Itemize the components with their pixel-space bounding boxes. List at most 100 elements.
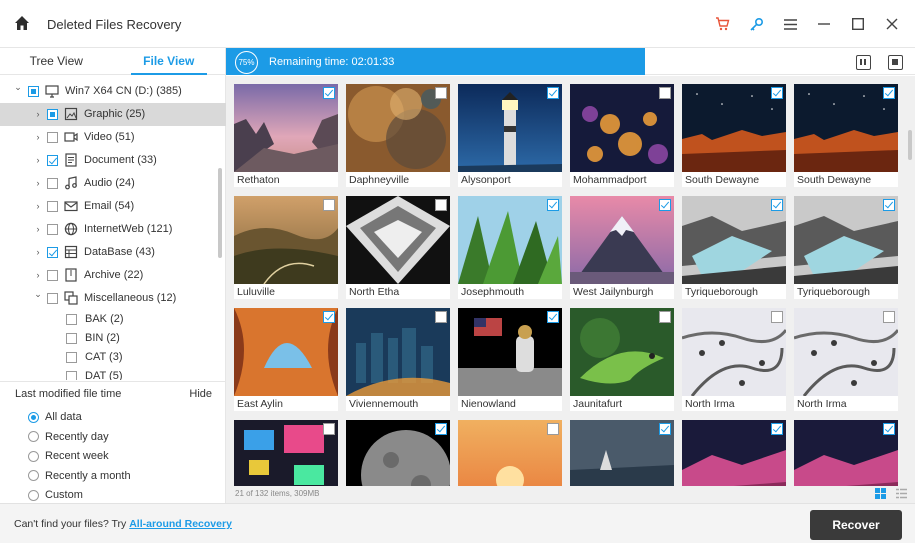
menu-icon[interactable] [773, 0, 807, 48]
tree-checkbox[interactable] [28, 86, 39, 97]
file-card[interactable]: Viviennemouth [346, 308, 450, 411]
radio-button[interactable] [28, 411, 39, 423]
tab-file-view[interactable]: File View [113, 48, 226, 75]
expand-arrow-icon[interactable]: › [34, 155, 42, 165]
tree-item[interactable]: › Video (51) [0, 126, 226, 149]
file-card[interactable]: South Dewayne [794, 84, 898, 187]
tree-checkbox[interactable] [47, 247, 58, 258]
file-checkbox[interactable] [771, 423, 783, 435]
expand-arrow-icon[interactable]: › [34, 247, 42, 257]
recover-button[interactable]: Recover [810, 510, 902, 540]
tree-scrollbar[interactable] [218, 168, 222, 258]
expand-arrow-icon[interactable]: › [34, 132, 42, 142]
time-filter-option[interactable]: Recent week [28, 448, 109, 464]
tree-checkbox[interactable] [47, 201, 58, 212]
radio-button[interactable] [28, 489, 39, 501]
list-view-icon[interactable] [896, 488, 907, 499]
file-checkbox[interactable] [659, 311, 671, 323]
tree-checkbox[interactable] [66, 371, 77, 380]
time-filter-option[interactable]: Recently a month [28, 468, 131, 484]
file-card[interactable]: Luluville [234, 196, 338, 299]
tree-checkbox[interactable] [47, 224, 58, 235]
file-checkbox[interactable] [323, 423, 335, 435]
grid-view-icon[interactable] [875, 488, 886, 499]
file-card[interactable]: Josephmouth [458, 196, 562, 299]
home-icon[interactable] [14, 15, 30, 31]
tree-item[interactable]: › Email (54) [0, 195, 226, 218]
file-card[interactable]: West Jailynburgh [570, 196, 674, 299]
file-card[interactable]: Rethaton [234, 84, 338, 187]
file-checkbox[interactable] [883, 311, 895, 323]
file-card[interactable]: Tyriqueborough [794, 196, 898, 299]
tree-checkbox[interactable] [66, 352, 77, 363]
radio-button[interactable] [28, 450, 39, 462]
file-checkbox[interactable] [771, 199, 783, 211]
file-checkbox[interactable] [547, 423, 559, 435]
file-card[interactable]: North Irma [682, 308, 786, 411]
tree-checkbox[interactable] [47, 109, 58, 120]
radio-button[interactable] [28, 470, 39, 481]
file-card[interactable]: Alysonport [458, 84, 562, 187]
tree-item[interactable]: › Document (33) [0, 149, 226, 172]
file-checkbox[interactable] [883, 423, 895, 435]
file-checkbox[interactable] [883, 87, 895, 99]
file-checkbox[interactable] [883, 199, 895, 211]
radio-button[interactable] [28, 431, 39, 442]
file-card[interactable]: Daphneyville [346, 84, 450, 187]
stop-button[interactable] [888, 55, 903, 70]
time-filter-option[interactable]: Custom [28, 487, 83, 503]
file-checkbox[interactable] [771, 87, 783, 99]
cart-icon[interactable] [705, 0, 739, 48]
file-checkbox[interactable] [659, 423, 671, 435]
tree-checkbox[interactable] [47, 293, 58, 304]
filter-hide-link[interactable]: Hide [189, 388, 212, 400]
tree-item[interactable]: DAT (5) [0, 365, 226, 380]
expand-arrow-icon[interactable]: › [34, 201, 42, 211]
tree-item[interactable]: ⌄ Win7 X64 CN (D:) (385) [0, 80, 226, 103]
tree-checkbox[interactable] [47, 132, 58, 143]
tree-item[interactable]: › Graphic (25) [0, 103, 226, 126]
tab-tree-view[interactable]: Tree View [0, 48, 113, 74]
file-checkbox[interactable] [547, 87, 559, 99]
file-checkbox[interactable] [323, 311, 335, 323]
file-checkbox[interactable] [435, 87, 447, 99]
tree-item[interactable]: › InternetWeb (121) [0, 218, 226, 241]
tree-item[interactable]: › Audio (24) [0, 172, 226, 195]
tree-checkbox[interactable] [47, 155, 58, 166]
time-filter-option[interactable]: All data [28, 409, 82, 425]
file-checkbox[interactable] [547, 311, 559, 323]
file-checkbox[interactable] [435, 199, 447, 211]
file-checkbox[interactable] [435, 311, 447, 323]
all-around-recovery-link[interactable]: All-around Recovery [129, 518, 232, 530]
collapse-arrow-icon[interactable]: ⌄ [34, 289, 42, 299]
minimize-icon[interactable] [807, 0, 841, 48]
file-checkbox[interactable] [771, 311, 783, 323]
key-icon[interactable] [739, 0, 773, 48]
file-card[interactable]: East Aylin [234, 308, 338, 411]
file-checkbox[interactable] [323, 199, 335, 211]
tree-checkbox[interactable] [66, 333, 77, 344]
expand-arrow-icon[interactable]: › [34, 270, 42, 280]
maximize-icon[interactable] [841, 0, 875, 48]
file-card[interactable]: South Dewayne [682, 84, 786, 187]
file-checkbox[interactable] [659, 87, 671, 99]
tree-checkbox[interactable] [66, 314, 77, 325]
file-checkbox[interactable] [659, 199, 671, 211]
file-card[interactable]: Nienowland [458, 308, 562, 411]
tree-item[interactable]: › DataBase (43) [0, 241, 226, 264]
grid-scrollbar[interactable] [908, 130, 912, 160]
file-checkbox[interactable] [323, 87, 335, 99]
collapse-arrow-icon[interactable]: ⌄ [14, 82, 22, 92]
close-icon[interactable] [875, 0, 909, 48]
tree-item[interactable]: ⌄ Miscellaneous (12) [0, 287, 226, 310]
pause-button[interactable] [856, 55, 871, 70]
time-filter-option[interactable]: Recently day [28, 429, 109, 445]
expand-arrow-icon[interactable]: › [34, 224, 42, 234]
file-card[interactable]: Mohammadport [570, 84, 674, 187]
expand-arrow-icon[interactable]: › [34, 178, 42, 188]
file-checkbox[interactable] [547, 199, 559, 211]
expand-arrow-icon[interactable]: › [34, 109, 42, 119]
file-card[interactable]: Tyriqueborough [682, 196, 786, 299]
file-card[interactable]: Jaunitafurt [570, 308, 674, 411]
file-card[interactable]: North Etha [346, 196, 450, 299]
